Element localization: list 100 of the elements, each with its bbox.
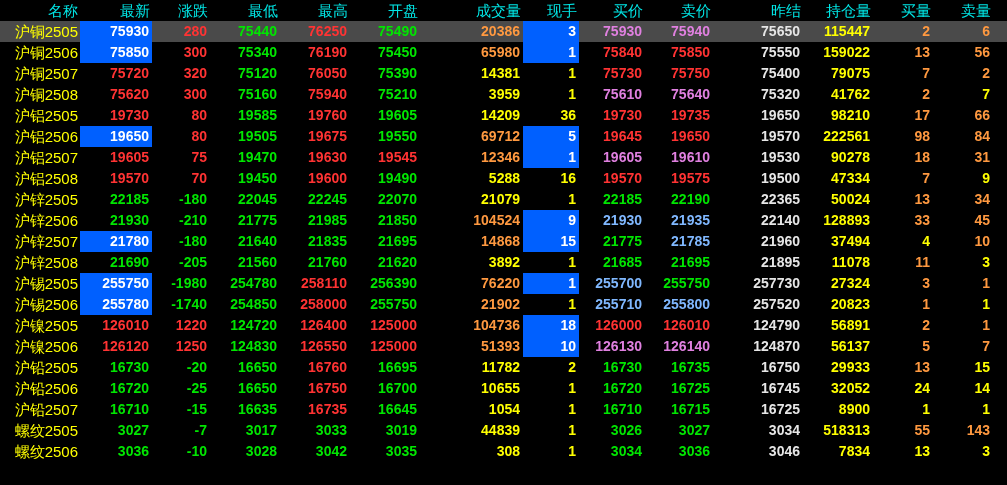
table-row[interactable]: 沪铜2508 75620 300 75160 75940 75210 3959 1 75610 75640 75320 41762 2 7: [0, 84, 1007, 105]
table-cell: 36: [560, 107, 576, 123]
table-row[interactable]: 沪铜2507 75720 320 75120 76050 75390 14381 1 75730 75750 75400 79075 7 2: [0, 63, 1007, 84]
table-cell: 75390: [378, 65, 417, 81]
table-row[interactable]: 沪锌2508 21690 -205 21560 21760 21620 3892 1 21685 21695 21895 11078 11 3: [0, 252, 1007, 273]
table-row[interactable]: 螺纹2505 3027 -7 3017 3033 3019 44839 1 3026 3027 3034 518313 55 143: [0, 420, 1007, 441]
table-row[interactable]: 沪铝2505 19730 80 19585 19760 19605 14209 36 19730 19735 19650 98210 17 66: [0, 105, 1007, 126]
table-cell: 19570: [603, 170, 642, 186]
table-cell: 19735: [671, 107, 710, 123]
table-cell: 16745: [761, 380, 800, 396]
table-cell: 37494: [831, 233, 870, 249]
table-cell: -180: [178, 191, 207, 207]
table-cell: 22185: [603, 191, 642, 207]
table-cell: 280: [183, 23, 207, 39]
table-cell: 3026: [610, 422, 642, 438]
table-cell: 16: [560, 170, 576, 186]
table-cell-text: 沪铝2506: [13, 127, 79, 147]
table-row[interactable]: 沪镍2505 126010 1220 124720 126400 125000 104736 18 126000 126010 124790 56891 2 1: [0, 315, 1007, 336]
column-header[interactable]: 买量: [873, 0, 933, 21]
column-header[interactable]: 成交量: [420, 0, 523, 21]
column-header[interactable]: 买价: [579, 0, 645, 21]
table-cell: 75650: [761, 23, 800, 39]
table-cell: 75730: [603, 65, 642, 81]
table-cell-text: 沪锌2506: [13, 211, 79, 231]
column-header[interactable]: 名称: [0, 0, 80, 21]
table-row[interactable]: 沪锡2505 255750 -1980 254780 258110 256390 76220 1 255700 255750 257730 27324 3 1: [0, 273, 1007, 294]
table-row[interactable]: 沪锌2506 21930 -210 21775 21985 21850 104524 9 21930 21935 22140 128893 33 45: [0, 210, 1007, 231]
table-cell: 13: [914, 191, 930, 207]
table-cell: 19675: [308, 128, 347, 144]
table-cell: 255750: [102, 275, 149, 291]
table-cell: 255750: [370, 296, 417, 312]
table-row[interactable]: 沪铝2508 19570 70 19450 19600 19490 5288 16 19570 19575 19500 47334 7 9: [0, 168, 1007, 189]
table-cell: 21079: [481, 191, 520, 207]
column-header[interactable]: 现手: [523, 0, 579, 21]
table-cell: 255800: [663, 296, 710, 312]
table-cell: -20: [186, 359, 207, 375]
table-cell: 16720: [603, 380, 642, 396]
column-header[interactable]: 卖价: [645, 0, 713, 21]
table-cell: 16650: [238, 359, 277, 375]
table-cell: -210: [178, 212, 207, 228]
column-header[interactable]: 卖量: [933, 0, 993, 21]
table-cell: 75340: [238, 44, 277, 60]
table-cell: 257520: [753, 296, 800, 312]
table-cell: 70: [191, 170, 207, 186]
table-cell: 11: [915, 254, 930, 270]
column-header[interactable]: 最低: [210, 0, 280, 21]
table-cell: 21785: [671, 233, 710, 249]
column-header[interactable]: 昨结: [713, 0, 803, 21]
table-cell: 6: [982, 23, 990, 39]
table-cell: 22365: [761, 191, 800, 207]
table-row[interactable]: 沪铜2506 75850 300 75340 76190 75450 65980 1 75840 75850 75550 159022 13 56: [0, 42, 1007, 63]
table-cell: 16730: [110, 359, 149, 375]
table-cell: 21620: [378, 254, 417, 270]
table-cell: 19490: [378, 170, 417, 186]
table-cell: 16750: [308, 380, 347, 396]
table-row[interactable]: 沪铜2505 75930 280 75440 76250 75490 20386 3 75930 75940 75650 115447 2 6: [0, 21, 1007, 42]
table-cell: 3: [982, 443, 990, 459]
table-cell: 254850: [230, 296, 277, 312]
table-cell-text: 沪铅2505: [13, 358, 79, 378]
table-cell: 19605: [110, 149, 149, 165]
table-cell: 7: [922, 170, 930, 186]
table-cell: 14381: [481, 65, 520, 81]
table-row[interactable]: 沪锌2505 22185 -180 22045 22245 22070 21079 1 22185 22190 22365 50024 13 34: [0, 189, 1007, 210]
table-cell: 16650: [238, 380, 277, 396]
table-row[interactable]: 沪铝2506 19650 80 19505 19675 19550 69712 5 19645 19650 19570 222561 98 84: [0, 126, 1007, 147]
table-cell: -1740: [171, 296, 207, 312]
table-cell: 76250: [308, 23, 347, 39]
table-cell: 1: [568, 191, 576, 207]
column-header[interactable]: 持仓量: [803, 0, 873, 21]
table-row[interactable]: 沪铝2507 19605 75 19470 19630 19545 12346 1 19605 19610 19530 90278 18 31: [0, 147, 1007, 168]
column-header[interactable]: 最高: [280, 0, 350, 21]
table-cell: 21935: [671, 212, 710, 228]
table-row[interactable]: 沪锡2506 255780 -1740 254850 258000 255750 21902 1 255710 255800 257520 20823 1 1: [0, 294, 1007, 315]
table-cell: 76050: [308, 65, 347, 81]
column-header[interactable]: 开盘: [350, 0, 420, 21]
table-row[interactable]: 沪铅2507 16710 -15 16635 16735 16645 1054 1 16710 16715 16725 8900 1 1: [0, 399, 1007, 420]
table-cell: 45: [974, 212, 990, 228]
table-cell: 16720: [110, 380, 149, 396]
table-cell: 3017: [245, 422, 277, 438]
table-row[interactable]: 沪铅2506 16720 -25 16650 16750 16700 10655 1 16720 16725 16745 32052 24 14: [0, 378, 1007, 399]
table-cell: 258110: [301, 275, 347, 291]
column-header[interactable]: 涨跌: [152, 0, 210, 21]
table-row[interactable]: 沪锌2507 21780 -180 21640 21835 21695 14868 15 21775 21785 21960 37494 4 10: [0, 231, 1007, 252]
table-cell: 19450: [238, 170, 277, 186]
table-cell: 128893: [823, 212, 870, 228]
table-cell: 16635: [238, 401, 277, 417]
column-header[interactable]: 最新: [80, 0, 152, 21]
table-cell: 9: [568, 212, 576, 228]
table-cell: 124830: [230, 338, 277, 354]
table-cell: 19630: [308, 149, 347, 165]
table-cell: 1: [568, 86, 576, 102]
table-cell: 1: [568, 401, 576, 417]
table-row[interactable]: 沪镍2506 126120 1250 124830 126550 125000 51393 10 126130 126140 124870 56137 5 7: [0, 336, 1007, 357]
table-cell: 126000: [595, 317, 642, 333]
table-row[interactable]: 沪铅2505 16730 -20 16650 16760 16695 11782 2 16730 16735 16750 29933 13 15: [0, 357, 1007, 378]
table-cell: 21930: [603, 212, 642, 228]
table-row[interactable]: 螺纹2506 3036 -10 3028 3042 3035 308 1 3034 3036 3046 7834 13 3: [0, 441, 1007, 462]
table-cell-text: 沪锌2508: [13, 253, 79, 273]
table-cell: -25: [186, 380, 207, 396]
table-cell: 7: [982, 338, 990, 354]
